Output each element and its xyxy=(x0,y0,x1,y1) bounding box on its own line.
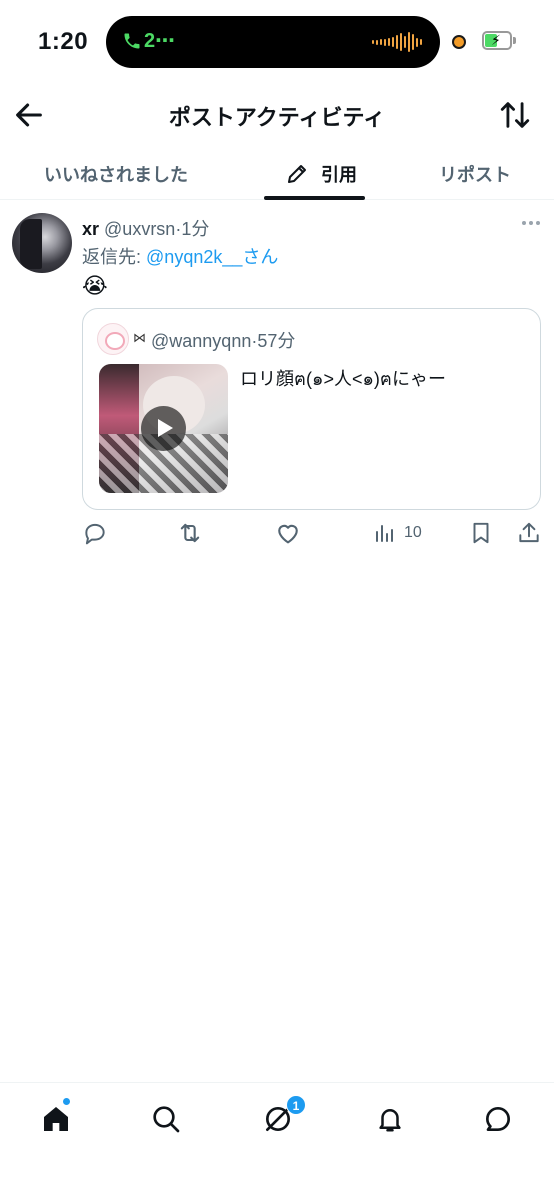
call-count: 2⋯ xyxy=(144,30,176,52)
tab-liked[interactable]: いいねされました xyxy=(0,148,232,200)
display-name[interactable]: xr xyxy=(82,219,99,239)
user-handle[interactable]: @uxvrsn xyxy=(104,219,175,239)
messages-icon xyxy=(486,1107,510,1131)
repost-button[interactable] xyxy=(176,518,204,548)
battery-icon: ⚡ xyxy=(482,31,512,50)
quoted-text: ロリ顔ฅ(๑>人<๑)ฅにゃー xyxy=(240,369,446,389)
tab-label: 引用 xyxy=(321,165,357,185)
nav-home[interactable] xyxy=(36,1099,76,1139)
tab-reposts[interactable]: リポスト xyxy=(410,148,540,200)
grok-badge: 1 xyxy=(286,1095,306,1115)
views-button[interactable]: 10 xyxy=(372,518,422,548)
reply-button[interactable] xyxy=(82,518,108,548)
activity-tabs: いいねされました 引用 リポスト xyxy=(0,148,554,200)
quoted-time: 57分 xyxy=(257,331,296,351)
tab-label: いいねされました xyxy=(44,165,188,185)
sort-arrows-icon xyxy=(500,102,530,128)
action-bar: 10 xyxy=(82,518,542,548)
battery-cap xyxy=(513,37,516,44)
quoted-header: @wannyqnn·57分 xyxy=(151,327,295,353)
audio-wave-icon xyxy=(372,31,422,53)
dynamic-island[interactable]: 2⋯ xyxy=(106,16,440,68)
page-title: ポストアクティビティ xyxy=(168,105,386,130)
quote-tweet[interactable]: xr @uxvrsn·1分 返信先: @nyqn2k__さん 😭 ⋈ @wann… xyxy=(0,201,554,561)
quoted-avatar xyxy=(97,323,129,355)
play-icon[interactable] xyxy=(141,406,186,451)
ribbon-icon: ⋈ xyxy=(133,330,146,345)
reply-to-link[interactable]: @nyqn2k__さん xyxy=(146,247,278,267)
search-icon xyxy=(153,1106,180,1133)
status-time: 1:20 xyxy=(38,28,89,55)
quoted-post-card[interactable]: ⋈ @wannyqnn·57分 ロリ顔ฅ(๑>人<๑)ฅにゃー xyxy=(82,308,541,510)
heart-icon xyxy=(278,524,298,544)
status-bar: 1:20 2⋯ ⚡ xyxy=(0,0,554,84)
views-count: 10 xyxy=(404,524,422,541)
video-thumbnail[interactable] xyxy=(99,364,228,493)
like-button[interactable] xyxy=(274,518,302,548)
reply-prefix: 返信先: xyxy=(82,247,142,267)
reply-icon xyxy=(85,523,105,545)
tweet-time: 1分 xyxy=(181,219,210,239)
nav-notifications[interactable] xyxy=(370,1099,410,1139)
bookmark-icon xyxy=(473,522,489,544)
page-header: ポストアクティビティ xyxy=(0,92,554,138)
more-options-button[interactable] xyxy=(522,221,540,225)
nav-messages[interactable] xyxy=(478,1099,518,1139)
home-icon xyxy=(44,1107,68,1131)
bell-icon xyxy=(379,1109,401,1132)
tweet-header: xr @uxvrsn·1分 xyxy=(82,215,209,241)
tab-quotes[interactable]: 引用 xyxy=(256,148,386,200)
bookmark-button[interactable] xyxy=(468,518,494,548)
pencil-icon xyxy=(288,165,306,183)
phone-icon xyxy=(122,30,142,57)
reply-to-line: 返信先: @nyqn2k__さん xyxy=(82,243,278,269)
mic-indicator-icon xyxy=(452,35,466,49)
active-tab-indicator xyxy=(264,196,365,200)
home-notification-dot xyxy=(62,1097,71,1106)
nav-search[interactable] xyxy=(146,1099,186,1139)
repost-icon xyxy=(180,523,200,543)
bar-chart-icon xyxy=(376,525,393,542)
avatar[interactable] xyxy=(12,213,72,273)
share-icon xyxy=(519,522,539,543)
share-button[interactable] xyxy=(516,518,542,548)
bottom-nav: 1 xyxy=(0,1082,554,1200)
quoted-handle: @wannyqnn xyxy=(151,331,252,351)
tweet-text: 😭 xyxy=(82,273,108,298)
sort-button[interactable] xyxy=(498,98,532,132)
tab-label: リポスト xyxy=(439,165,511,185)
